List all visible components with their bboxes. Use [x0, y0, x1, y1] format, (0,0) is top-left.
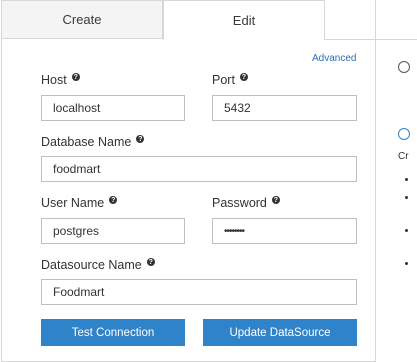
- tab-bar-divider: [325, 39, 417, 40]
- database-name-input[interactable]: foodmart: [41, 156, 357, 182]
- user-name-label-text: User Name: [41, 196, 105, 210]
- host-label-text: Host: [41, 73, 67, 87]
- test-connection-button[interactable]: Test Connection: [41, 319, 185, 346]
- port-label-text: Port: [212, 73, 235, 87]
- bullet-icon: [405, 196, 408, 199]
- user-name-input[interactable]: postgres: [41, 218, 185, 244]
- host-label: Host ?: [41, 73, 80, 87]
- help-icon[interactable]: ?: [109, 196, 118, 204]
- bullet-icon: [405, 229, 408, 232]
- database-name-label-text: Database Name: [41, 135, 132, 149]
- host-input[interactable]: localhost: [41, 95, 185, 121]
- circle-icon[interactable]: [398, 128, 410, 140]
- update-datasource-button[interactable]: Update DataSource: [203, 319, 357, 346]
- advanced-link[interactable]: Advanced: [312, 53, 356, 64]
- tab-create[interactable]: Create: [1, 0, 163, 39]
- password-label-text: Password: [212, 196, 267, 210]
- bullet-icon: [405, 262, 408, 265]
- port-input[interactable]: 5432: [212, 95, 357, 121]
- port-label: Port ?: [212, 73, 248, 87]
- password-input[interactable]: ••••••••: [212, 218, 357, 244]
- datasource-name-label: Datasource Name ?: [41, 258, 155, 272]
- bullet-icon: [405, 178, 408, 181]
- password-label: Password ?: [212, 196, 280, 210]
- help-icon[interactable]: ?: [239, 73, 248, 81]
- datasource-name-input[interactable]: Foodmart: [41, 279, 357, 305]
- tab-bar: Create Edit: [0, 0, 417, 40]
- panel-border-left: [1, 39, 2, 362]
- help-icon[interactable]: ?: [136, 135, 145, 143]
- help-icon[interactable]: ?: [146, 258, 155, 266]
- side-panel-text: Cr: [398, 151, 409, 162]
- user-name-label: User Name ?: [41, 196, 118, 210]
- panel-border-right: [375, 0, 376, 362]
- database-name-label: Database Name ?: [41, 135, 145, 149]
- help-icon[interactable]: ?: [71, 73, 80, 81]
- circle-icon[interactable]: [398, 61, 410, 73]
- tab-edit[interactable]: Edit: [163, 0, 325, 40]
- datasource-name-label-text: Datasource Name: [41, 258, 142, 272]
- help-icon[interactable]: ?: [271, 196, 280, 204]
